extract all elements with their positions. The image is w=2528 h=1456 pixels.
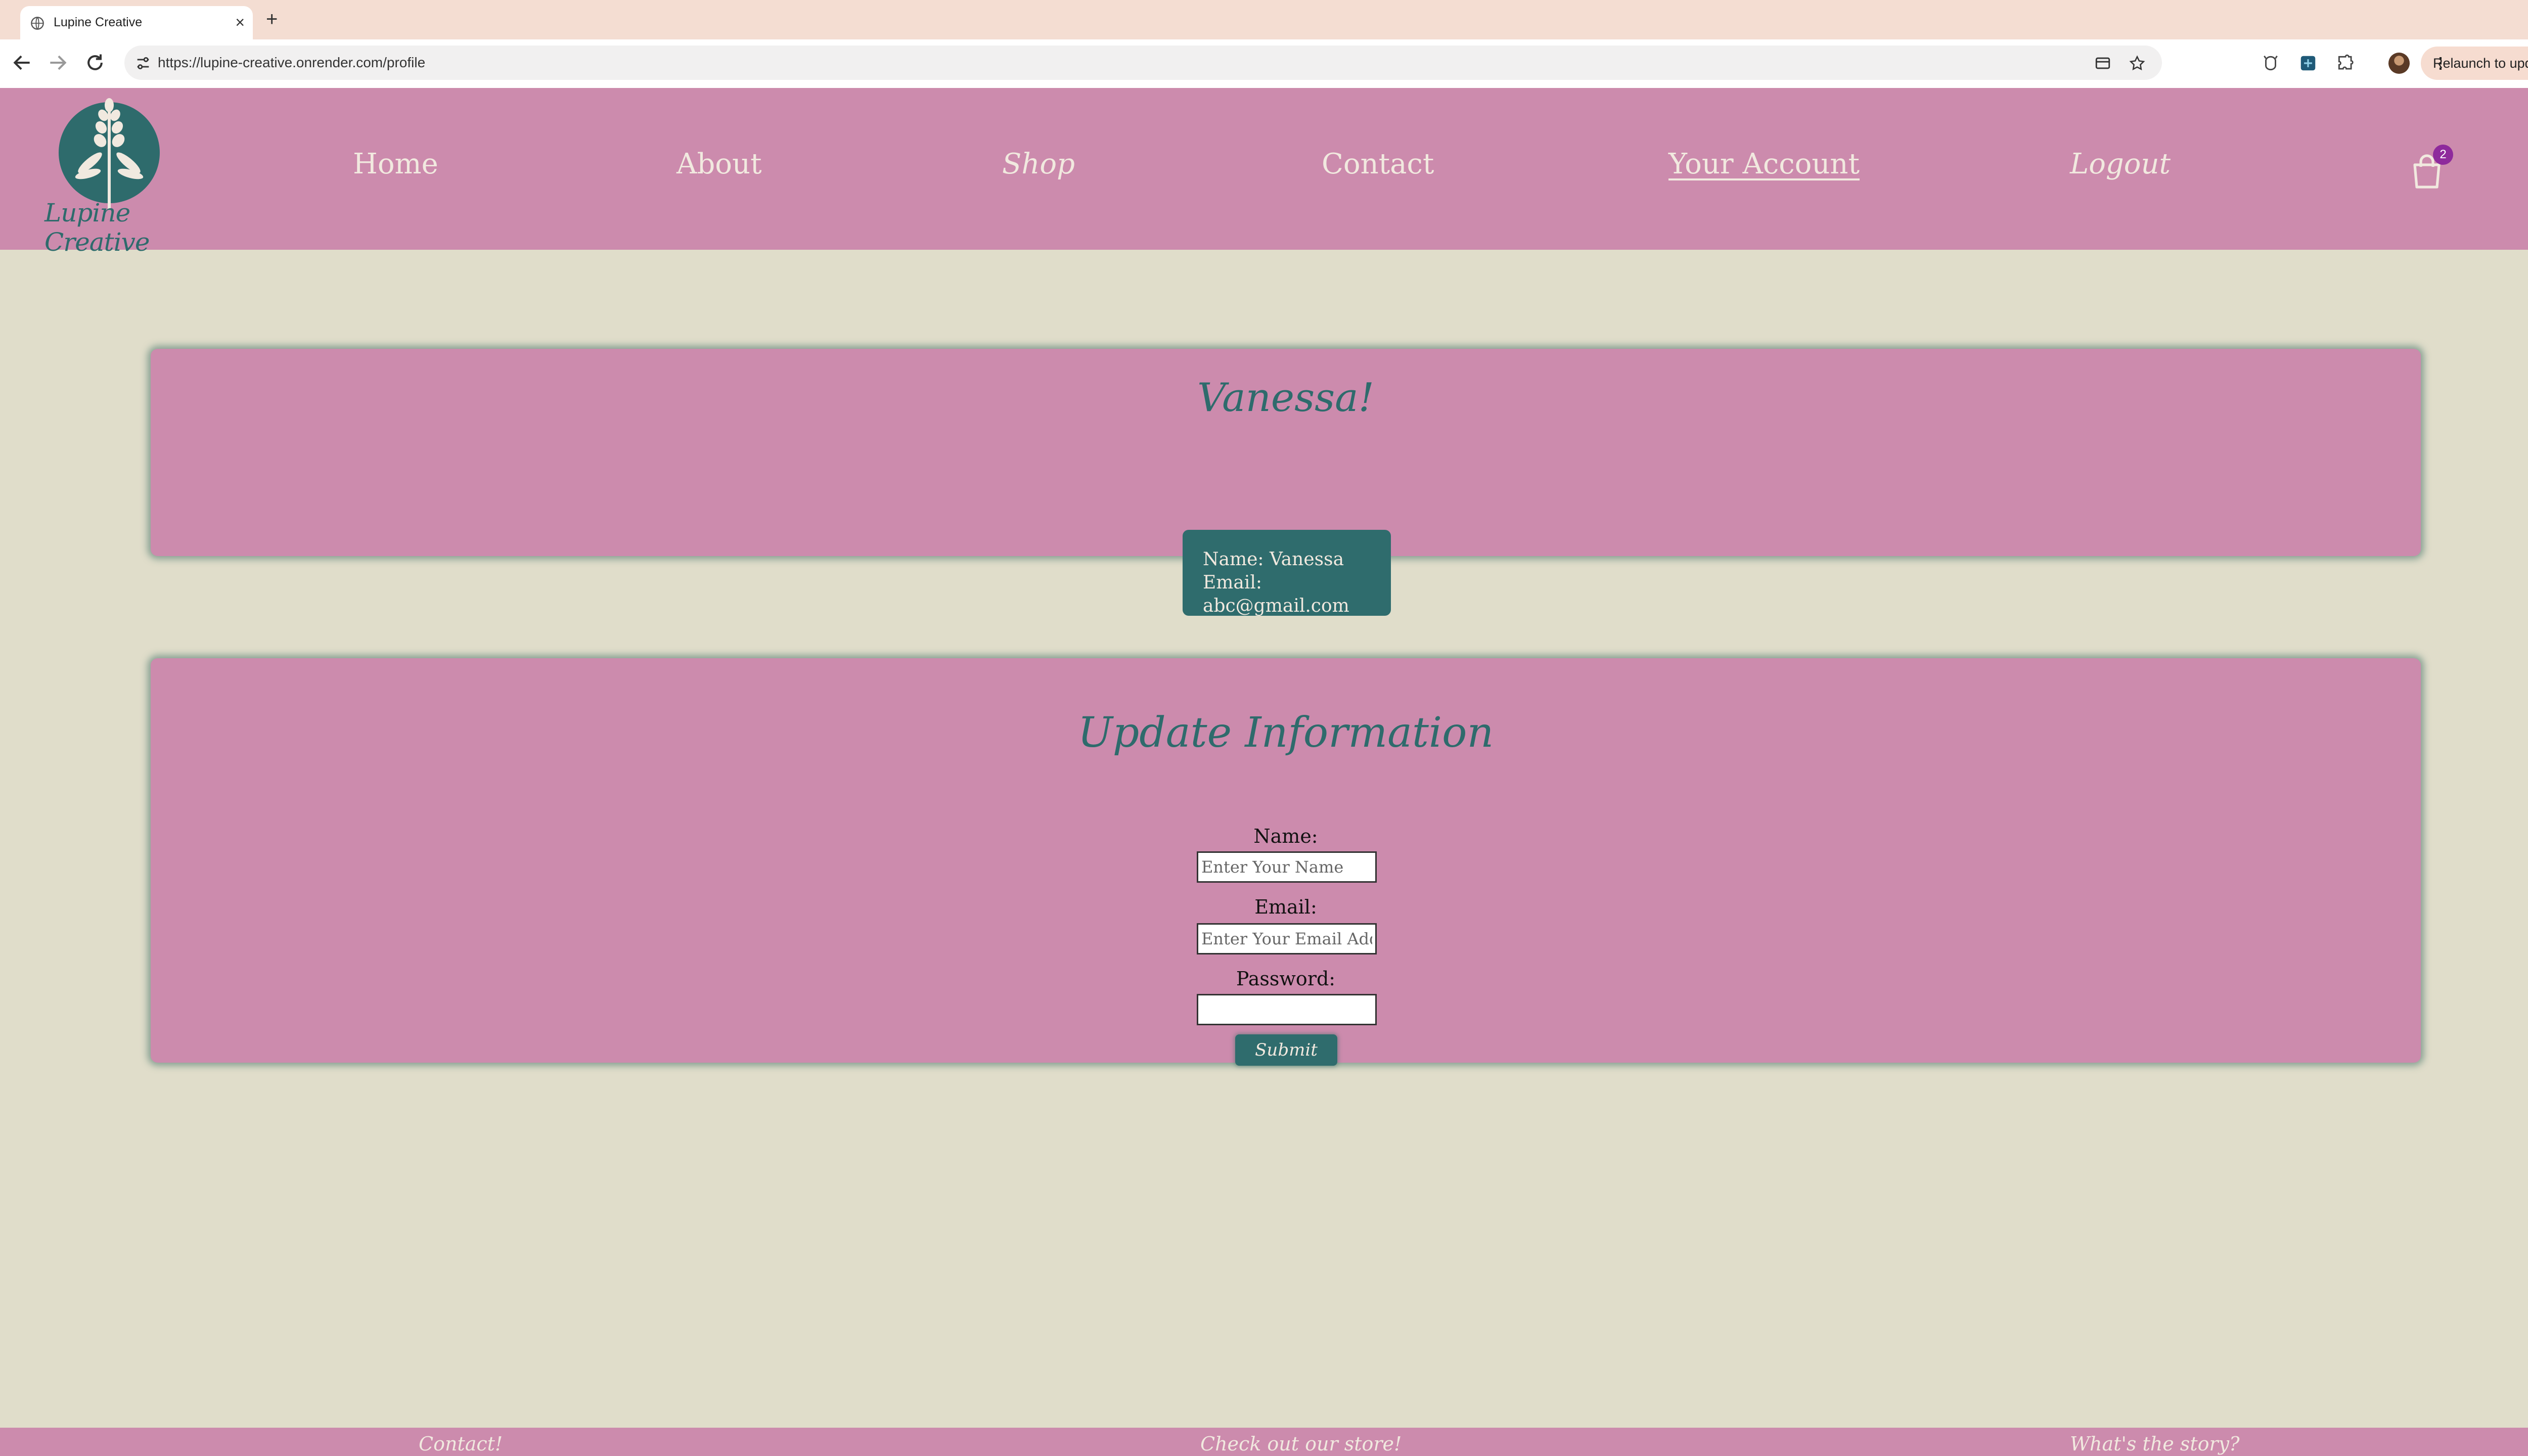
nav-shop-link[interactable]: Shop — [1002, 148, 1075, 180]
tab-strip: Lupine Creative × + — [0, 0, 2528, 39]
logo-text[interactable]: Lupine Creative — [44, 198, 196, 257]
profile-avatar[interactable] — [2388, 53, 2410, 74]
browser-tab[interactable]: Lupine Creative × — [20, 6, 253, 39]
browser-toolbar: https://lupine-creative.onrender.com/pro… — [0, 39, 2528, 89]
name-label: Name: — [1253, 825, 1318, 847]
email-input[interactable] — [1197, 923, 1377, 954]
web-page: Lupine Creative Home About Shop Contact … — [0, 88, 2528, 1456]
address-bar[interactable]: https://lupine-creative.onrender.com/pro… — [124, 46, 2162, 80]
new-tab-icon[interactable]: + — [266, 8, 278, 30]
tab-title: Lupine Creative — [54, 15, 143, 29]
reload-icon[interactable] — [84, 52, 106, 74]
site-footer: Contact! Check out our store! What's the… — [0, 1428, 2528, 1456]
forward-icon[interactable] — [47, 52, 69, 74]
relaunch-to-update-button[interactable]: Relaunch to update ⋮ — [2421, 47, 2528, 80]
globe-icon — [31, 17, 44, 30]
extension-icon[interactable] — [2261, 54, 2280, 73]
site-header: Lupine Creative Home About Shop Contact … — [0, 88, 2528, 257]
submit-button[interactable]: Submit — [1235, 1034, 1337, 1066]
update-information-card: Update Information Name: Email: Password… — [151, 658, 2421, 1066]
tab-close-icon[interactable]: × — [235, 11, 245, 33]
extension-square-icon[interactable] — [2298, 54, 2318, 73]
nav-your-account-link[interactable]: Your Account — [1668, 148, 1860, 180]
cart-count-badge: 2 — [2433, 145, 2453, 165]
password-label: Password: — [1236, 968, 1336, 990]
profile-email-line: Email: abc@gmail.com — [1203, 572, 1349, 616]
footer-story-link[interactable]: What's the story? — [2070, 1433, 2239, 1455]
nav-logout-link[interactable]: Logout — [2070, 148, 2171, 180]
puzzle-icon[interactable] — [2336, 54, 2355, 73]
profile-info-box: Name: Vanessa Email: abc@gmail.com — [1183, 530, 1391, 616]
profile-card: Vanessa! Name: Vanessa Email: abc@gmail.… — [151, 349, 2421, 616]
name-input[interactable] — [1197, 851, 1377, 883]
bookmark-star-icon[interactable] — [2129, 55, 2146, 72]
site-info-icon[interactable] — [134, 55, 152, 72]
profile-name-line: Name: Vanessa — [1203, 549, 1344, 570]
password-input[interactable] — [1197, 994, 1377, 1025]
card-icon[interactable] — [2094, 55, 2111, 72]
profile-greeting: Vanessa! — [1197, 375, 1374, 421]
footer-contact-link[interactable]: Contact! — [419, 1433, 503, 1455]
more-menu-icon: ⋮ — [2433, 55, 2448, 72]
nav-about-link[interactable]: About — [676, 148, 762, 180]
footer-store-link[interactable]: Check out our store! — [1200, 1433, 1402, 1455]
url-text[interactable]: https://lupine-creative.onrender.com/pro… — [158, 55, 425, 71]
update-information-title: Update Information — [1077, 709, 1494, 757]
email-label: Email: — [1254, 896, 1317, 918]
nav-home-link[interactable]: Home — [353, 148, 438, 180]
back-icon[interactable] — [11, 52, 33, 74]
nav-contact-link[interactable]: Contact — [1322, 148, 1434, 180]
